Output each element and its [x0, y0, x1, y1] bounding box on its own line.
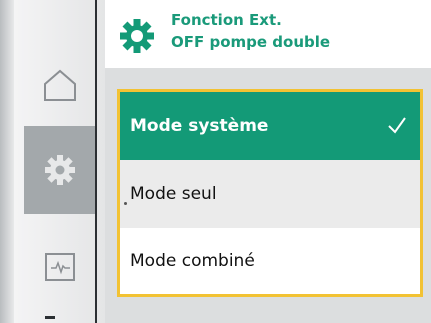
- gear-icon: [44, 155, 75, 185]
- side-rail: [0, 0, 105, 323]
- menu-item-label: Mode système: [130, 116, 269, 136]
- page-title-line1: Fonction Ext.: [171, 11, 282, 29]
- page-title-line2: OFF pompe double: [171, 33, 331, 51]
- rail-divider: [95, 0, 97, 323]
- focus-dot: [124, 202, 127, 205]
- sidebar-item-trend[interactable]: [24, 232, 95, 302]
- sidebar-item-settings[interactable]: [24, 126, 95, 214]
- sidebar-item-home[interactable]: [24, 50, 95, 120]
- menu-item-label: Mode combiné: [130, 251, 255, 271]
- checkmark-icon: [388, 117, 406, 134]
- menu-item-mode-systeme[interactable]: Mode système: [120, 92, 420, 160]
- header: Fonction Ext. OFF pompe double: [105, 0, 431, 68]
- menu-item-mode-seul[interactable]: Mode seul: [120, 160, 420, 228]
- gear-icon: [120, 19, 154, 53]
- rail-edge: [0, 0, 14, 323]
- option-menu: Mode système Mode seul Mode combiné: [117, 89, 423, 297]
- home-icon: [43, 69, 76, 101]
- menu-item-label: Mode seul: [130, 184, 217, 204]
- menu-item-mode-combine[interactable]: Mode combiné: [120, 228, 420, 294]
- trend-icon: [44, 253, 75, 281]
- scroll-indicator: [45, 316, 55, 319]
